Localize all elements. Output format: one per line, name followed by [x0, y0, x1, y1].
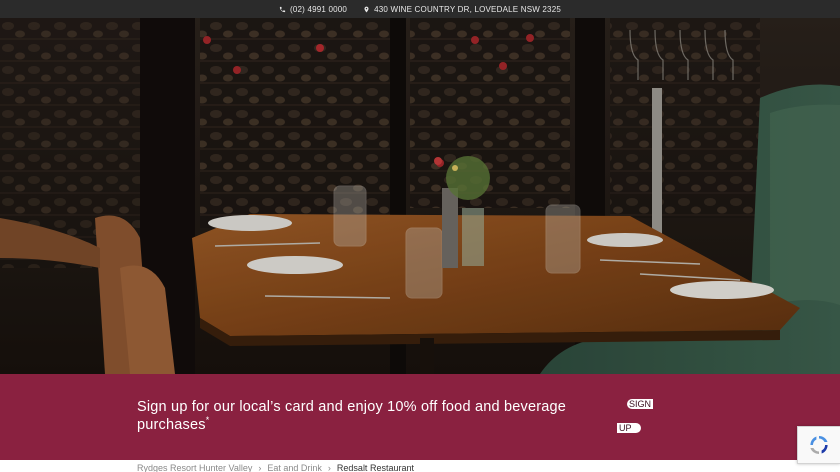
top-contact-bar: (02) 4991 0000 430 WINE COUNTRY DR, LOVE…	[0, 0, 840, 18]
chevron-right-icon: ›	[327, 463, 331, 472]
sign-up-button-line1: SIGN	[627, 399, 654, 409]
breadcrumb-item-eat-and-drink[interactable]: Eat and Drink	[267, 463, 322, 472]
phone-icon	[279, 6, 286, 12]
sign-up-button-line2: UP	[617, 423, 641, 433]
phone-link[interactable]: (02) 4991 0000	[279, 5, 347, 14]
signup-message: Sign up for our local’s card and enjoy 1…	[137, 398, 597, 434]
phone-number: (02) 4991 0000	[290, 4, 348, 14]
recaptcha-icon	[810, 436, 828, 455]
signup-message-text: Sign up for our local’s card and enjoy 1…	[137, 399, 567, 433]
hero-image	[0, 18, 840, 374]
breadcrumb: Rydges Resort Hunter Valley › Eat and Dr…	[137, 462, 414, 472]
recaptcha-badge[interactable]	[797, 426, 840, 464]
map-pin-icon	[364, 6, 369, 12]
breadcrumb-item-rydges[interactable]: Rydges Resort Hunter Valley	[137, 463, 252, 472]
signup-asterisk: *	[205, 415, 210, 426]
breadcrumb-item-current: Redsalt Restaurant	[336, 463, 414, 472]
sign-up-button[interactable]: SIGN UP	[617, 398, 661, 434]
signup-banner: Sign up for our local’s card and enjoy 1…	[0, 374, 840, 460]
chevron-right-icon: ›	[258, 463, 262, 472]
address-link[interactable]: 430 WINE COUNTRY DR, LOVEDALE NSW 2325	[363, 5, 561, 14]
restaurant-interior-image	[0, 18, 840, 374]
address-text: 430 WINE COUNTRY DR, LOVEDALE NSW 2325	[374, 4, 561, 14]
